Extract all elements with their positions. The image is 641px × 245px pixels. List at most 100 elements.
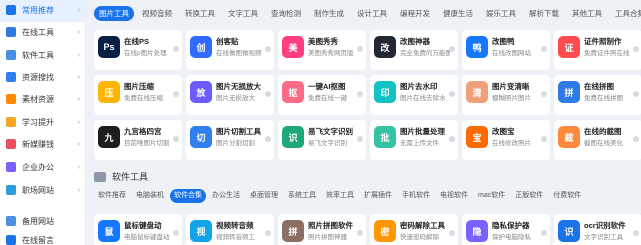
tool-icon: 鸭 [466,36,488,58]
tool-card[interactable]: 拼在线拼图 免费在线拼图 [554,75,641,115]
more-dot-icon[interactable] [541,230,547,236]
tool-card[interactable]: Ps 在线PS 在线p图片处理 [94,30,182,70]
more-dot-icon[interactable] [265,136,271,142]
software-tab-item[interactable]: 电视软件 [436,189,472,203]
tab-item[interactable]: 图片工具 [94,6,134,21]
sidebar-item[interactable]: 职场网站 › [0,178,86,202]
more-dot-icon[interactable] [633,136,639,142]
more-dot-icon[interactable] [357,46,363,52]
more-dot-icon[interactable] [173,46,179,52]
tab-item[interactable]: 设计工具 [352,6,392,21]
briefcase-icon [6,162,16,172]
more-dot-icon[interactable] [357,91,363,97]
tool-card[interactable]: 鸭改图鸭 在线改图网站 [462,30,550,70]
tool-card[interactable]: 创创客贴 在线做图做视频 [186,30,274,70]
tab-item[interactable]: 视频音频 [137,6,177,21]
software-tab-item[interactable]: 桌面管理 [246,189,282,203]
sidebar: 常用推荐 › 在线工具 › 软件工具 › 资源搜找 › 素材资源 › 学习提升 › 新媒赚钱 › 企业办公 ›… [0,0,86,245]
more-dot-icon[interactable] [541,91,547,97]
more-dot-icon[interactable] [633,91,639,97]
sidebar-item[interactable]: 企业办公 › [0,155,86,179]
more-dot-icon[interactable] [541,136,547,142]
sidebar-item[interactable]: 软件工具 › [0,43,86,67]
tool-card[interactable]: 九九宫格四宫 目前唯图片切割 [94,120,182,160]
more-dot-icon[interactable] [265,91,271,97]
more-dot-icon[interactable] [633,46,639,52]
tool-desc: 在线p图片处理 [124,50,167,57]
tool-card[interactable]: 清图片变清晰 模糊照片图片 [462,75,550,115]
tool-card[interactable]: 切图片切割工具 图片分割切割 [186,120,274,160]
more-dot-icon[interactable] [173,91,179,97]
sidebar-item[interactable]: 常用推荐 › [0,0,86,22]
sidebar-item-label: 备用网站 [22,216,54,226]
sidebar-item[interactable]: 新媒赚钱 › [0,132,86,156]
tab-item[interactable]: 编程开发 [395,6,435,21]
tool-card[interactable]: 鼠鼠标键盘动 电脑鼠标键盘动 [94,214,182,245]
software-tab-item[interactable]: 扩展插件 [360,189,396,203]
chevron-right-icon: › [77,186,80,194]
software-tab-item[interactable]: 付费软件 [549,189,585,203]
sidebar-item[interactable]: 素材资源 › [0,87,86,111]
software-tab-item[interactable]: 系统工具 [284,189,320,203]
tool-card[interactable]: 识 ocr识别软件 文字识别工具 [554,214,641,245]
tool-title: 鼠标键盘动 [124,221,162,230]
software-tab-item[interactable]: 软件合集 [170,189,206,203]
software-tab-item[interactable]: mac软件 [474,189,509,203]
more-dot-icon[interactable] [633,230,639,236]
software-tab-item[interactable]: 软件推荐 [94,189,130,203]
tool-card[interactable]: 截在线的截图 截图在线美化 [554,120,641,160]
software-tab-item[interactable]: 办公生活 [208,189,244,203]
tab-item[interactable]: 健康生活 [438,6,478,21]
more-dot-icon[interactable] [357,136,363,142]
sidebar-item[interactable]: 资源搜找 › [0,65,86,89]
chevron-right-icon: › [77,140,80,148]
tool-card[interactable]: 识易飞文字识别 易飞文字识别 [278,120,366,160]
tab-item[interactable]: 文字工具 [223,6,263,21]
sidebar-item[interactable]: 在线工具 › [0,20,86,44]
tool-card[interactable]: 印图片去水印 图片在线去除水 [370,75,458,115]
sidebar-item[interactable]: 学习提升 › [0,110,86,134]
tab-item[interactable]: 查询检测 [266,6,306,21]
tool-icon: Ps [98,36,120,58]
tab-item[interactable]: 解析下载 [524,6,564,21]
software-tab-item[interactable]: 正版软件 [511,189,547,203]
tool-card[interactable]: 批图片批量处理 无需上传文件 [370,120,458,160]
tool-card[interactable]: 密密码解除工具 快速密码解除 [370,214,458,245]
tool-desc: 目前唯图片切割 [124,140,170,147]
more-dot-icon[interactable] [449,46,455,52]
tool-card[interactable]: 抠一键AI抠图 免费在线一键 [278,75,366,115]
tool-card[interactable]: 改改图神器 完全免费的万能图 [370,30,458,70]
tab-item[interactable]: 工具合集 [610,6,641,21]
sidebar-item[interactable]: 在线留言 [0,228,86,245]
tab-item[interactable]: 制作生成 [309,6,349,21]
tool-card[interactable]: 证证件照制作 免费证件照在线 [554,30,641,70]
more-dot-icon[interactable] [173,230,179,236]
more-dot-icon[interactable] [541,46,547,52]
tab-item[interactable]: 其他工具 [567,6,607,21]
software-tab-item[interactable]: 效率工具 [322,189,358,203]
tab-item[interactable]: 娱乐工具 [481,6,521,21]
tool-desc: 免费在线压缩 [124,95,163,102]
more-dot-icon[interactable] [173,136,179,142]
more-dot-icon[interactable] [265,46,271,52]
tool-card[interactable]: 放图片无损放大 图片无损放大 [186,75,274,115]
tool-card[interactable]: 美美图秀秀 美图秀秀网页版 [278,30,366,70]
tab-item[interactable]: 转换工具 [180,6,220,21]
tool-card[interactable]: 压图片压缩 免费在线压缩 [94,75,182,115]
more-dot-icon[interactable] [357,230,363,236]
software-tab-item[interactable]: 电脑装机 [132,189,168,203]
more-dot-icon[interactable] [265,230,271,236]
main-panel: 图片工具 视频音频 转换工具 文字工具 查询检测 制作生成 设计工具 编程开发 健康生活 娱乐工具… [88,0,641,245]
tool-title: 图片批量处理 [400,127,445,136]
tool-card[interactable]: 隐隐私保护器 保护电脑隐私 [462,214,550,245]
tool-desc: 快速密码解除 [400,234,439,241]
tool-title: 图片压缩 [124,82,154,91]
tool-card[interactable]: 视视频转音频 视频转音频工 [186,214,274,245]
software-tab-item[interactable]: 手机软件 [398,189,434,203]
more-dot-icon[interactable] [449,91,455,97]
tool-icon: 密 [374,220,396,242]
more-dot-icon[interactable] [449,136,455,142]
tool-card[interactable]: 宝改图宝 在线修改照片 [462,120,550,160]
more-dot-icon[interactable] [449,230,455,236]
tool-card[interactable]: 拼照片拼图软件 照片拼图神器 [278,214,366,245]
